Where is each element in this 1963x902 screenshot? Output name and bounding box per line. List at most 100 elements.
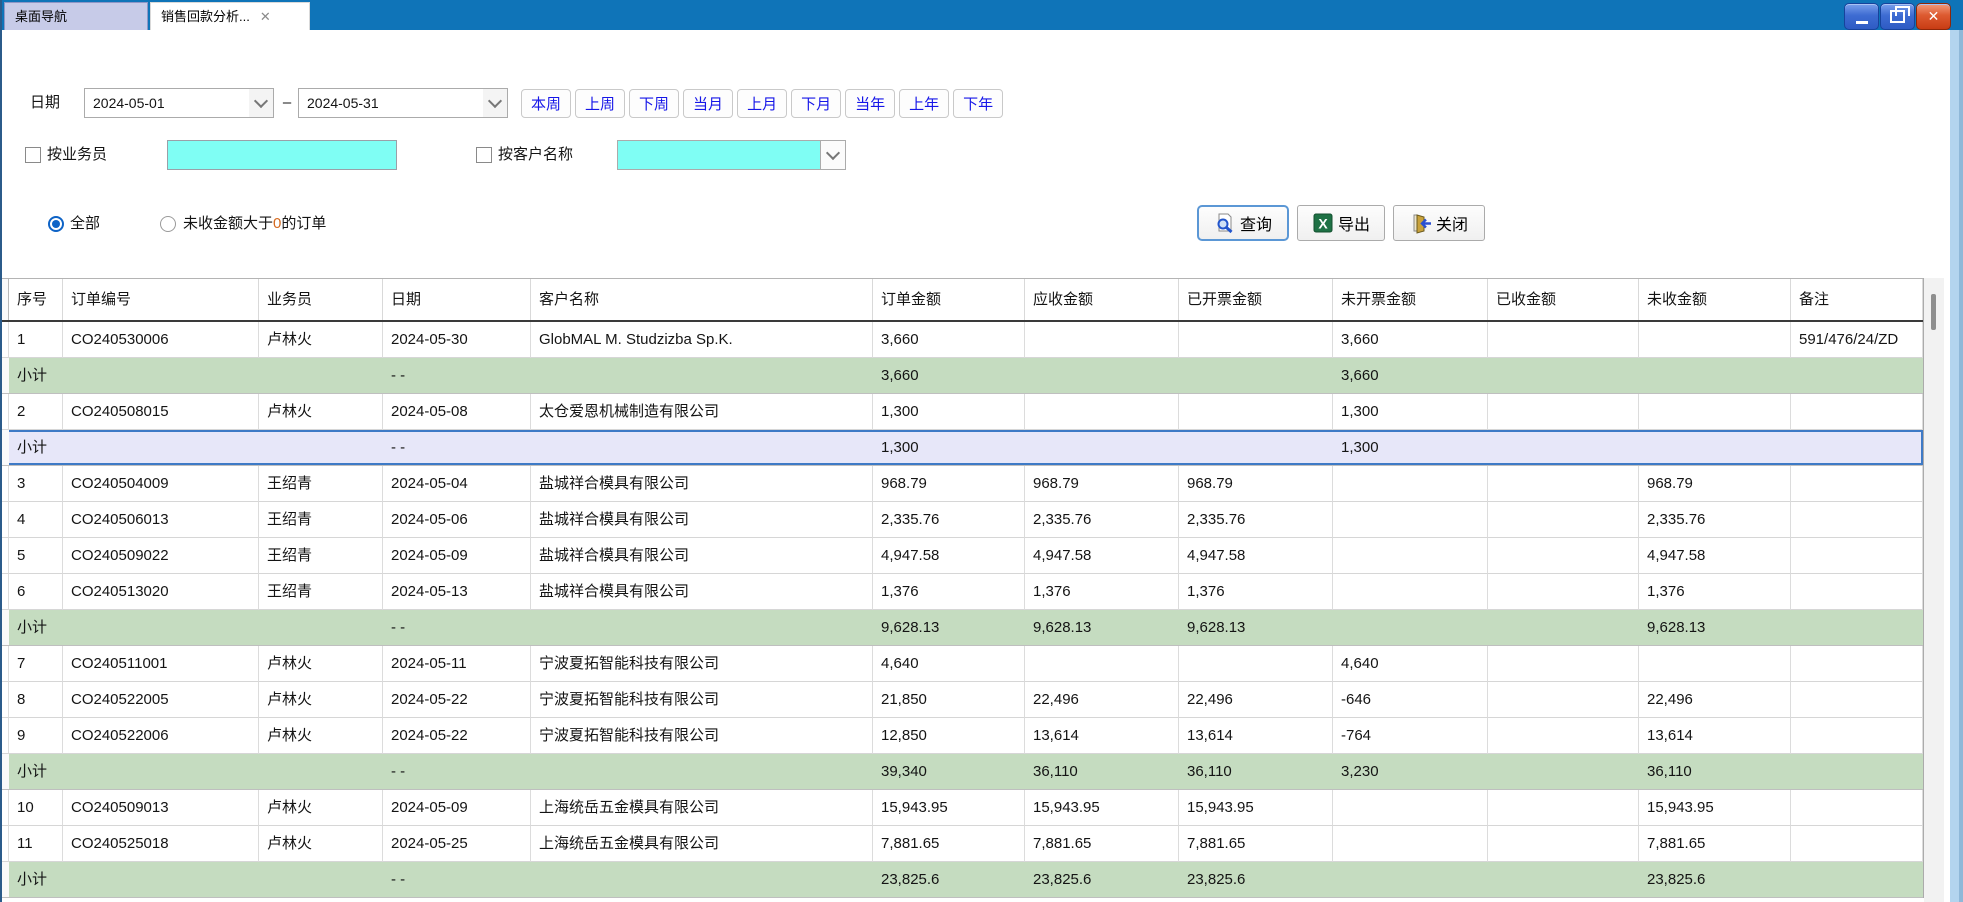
- period-last-week-button[interactable]: 上周: [575, 89, 625, 118]
- cell: 15,943.95: [1179, 790, 1333, 826]
- cell: 3,230: [1333, 754, 1488, 789]
- cell: 9,628.13: [1179, 610, 1333, 645]
- tab-desktop-navigation[interactable]: 桌面导航: [4, 2, 148, 30]
- query-button[interactable]: 查询: [1197, 205, 1289, 241]
- column-header-6[interactable]: 应收金额: [1025, 279, 1179, 320]
- cell: 12,850: [873, 718, 1025, 754]
- subtotal-row[interactable]: 小计- -9,628.139,628.139,628.139,628.13: [2, 610, 1923, 646]
- column-header-4[interactable]: 客户名称: [531, 279, 873, 320]
- subtotal-row[interactable]: 小计- -23,825.623,825.623,825.623,825.6: [2, 862, 1923, 898]
- query-label: 查询: [1240, 211, 1272, 235]
- chevron-down-icon: [254, 94, 268, 108]
- period-this-year-button[interactable]: 当年: [845, 89, 895, 118]
- column-header-1[interactable]: 订单编号: [63, 279, 259, 320]
- by-salesperson-checkbox[interactable]: [25, 147, 41, 163]
- period-this-week-button[interactable]: 本周: [521, 89, 571, 118]
- cell: [1488, 862, 1639, 897]
- cell: 2,335.76: [1179, 502, 1333, 538]
- column-header-3[interactable]: 日期: [383, 279, 531, 320]
- close-window-button[interactable]: ✕: [1916, 3, 1951, 30]
- radio-unpaid-orders[interactable]: [160, 216, 176, 232]
- table-row[interactable]: 3CO240504009王绍青2024-05-04盐城祥合模具有限公司968.7…: [2, 466, 1923, 502]
- subtotal-row[interactable]: 小计- -1,3001,300: [2, 430, 1923, 466]
- table-row[interactable]: 2CO240508015卢林火2024-05-08太仓爱恩机械制造有限公司1,3…: [2, 394, 1923, 430]
- date-from-select[interactable]: 2024-05-01: [84, 88, 274, 118]
- cell: 9: [9, 718, 63, 754]
- cell: 4,947.58: [1639, 538, 1791, 574]
- table-row[interactable]: 11CO240525018卢林火2024-05-25上海统岳五金模具有限公司7,…: [2, 826, 1923, 862]
- table-row[interactable]: 8CO240522005卢林火2024-05-22宁波夏拓智能科技有限公司21,…: [2, 682, 1923, 718]
- cell: - -: [383, 610, 531, 645]
- vertical-scrollbar[interactable]: [1924, 278, 1944, 902]
- period-next-week-button[interactable]: 下周: [629, 89, 679, 118]
- customer-select[interactable]: [617, 140, 846, 170]
- date-to-select[interactable]: 2024-05-31: [298, 88, 508, 118]
- column-header-10[interactable]: 未收金额: [1639, 279, 1791, 320]
- date-to-dropdown-button[interactable]: [483, 89, 507, 117]
- cell: 22,496: [1179, 682, 1333, 718]
- period-next-year-button[interactable]: 下年: [953, 89, 1003, 118]
- column-header-0[interactable]: 序号: [9, 279, 63, 320]
- column-header-9[interactable]: 已收金额: [1488, 279, 1639, 320]
- export-button[interactable]: X 导出: [1297, 205, 1385, 241]
- column-header-2[interactable]: 业务员: [259, 279, 383, 320]
- row-indicator-gutter: [2, 790, 9, 826]
- cell: 36,110: [1025, 754, 1179, 789]
- cell: [1791, 358, 1923, 393]
- table-row[interactable]: 6CO240513020王绍青2024-05-13盐城祥合模具有限公司1,376…: [2, 574, 1923, 610]
- cell: 23,825.6: [1639, 862, 1791, 897]
- cell: 4,947.58: [1025, 538, 1179, 574]
- cell: [1791, 826, 1923, 862]
- subtotal-row[interactable]: 小计- -3,6603,660: [2, 358, 1923, 394]
- salesperson-input[interactable]: [167, 140, 397, 170]
- cell: GlobMAL M. Studzizba Sp.K.: [531, 322, 873, 358]
- period-last-month-button[interactable]: 上月: [737, 89, 787, 118]
- by-customer-label: 按客户名称: [498, 140, 573, 170]
- cell: 2024-05-13: [383, 574, 531, 610]
- cell: CO240509022: [63, 538, 259, 574]
- row-indicator-gutter: [2, 646, 9, 682]
- by-customer-checkbox[interactable]: [476, 147, 492, 163]
- cell: [63, 430, 259, 465]
- close-page-button[interactable]: 关闭: [1393, 205, 1485, 241]
- cell: [1025, 358, 1179, 393]
- cell: [1639, 358, 1791, 393]
- cell: CO240522005: [63, 682, 259, 718]
- table-row[interactable]: 1CO240530006卢林火2024-05-30GlobMAL M. Stud…: [2, 322, 1923, 358]
- cell: 卢林火: [259, 682, 383, 718]
- minimize-button[interactable]: [1844, 3, 1879, 30]
- cell: 王绍青: [259, 538, 383, 574]
- table-row[interactable]: 4CO240506013王绍青2024-05-06盐城祥合模具有限公司2,335…: [2, 502, 1923, 538]
- subtotal-row[interactable]: 小计- -39,34036,11036,1103,23036,110: [2, 754, 1923, 790]
- customer-dropdown-button[interactable]: [820, 141, 845, 169]
- cell: [531, 358, 873, 393]
- cell: [259, 610, 383, 645]
- scrollbar-thumb[interactable]: [1931, 294, 1936, 330]
- period-this-month-button[interactable]: 当月: [683, 89, 733, 118]
- date-from-dropdown-button[interactable]: [249, 89, 273, 117]
- column-header-11[interactable]: 备注: [1791, 279, 1923, 320]
- table-row[interactable]: 9CO240522006卢林火2024-05-22宁波夏拓智能科技有限公司12,…: [2, 718, 1923, 754]
- cell: [1639, 322, 1791, 358]
- window-right-border: [1946, 30, 1963, 902]
- column-header-7[interactable]: 已开票金额: [1179, 279, 1333, 320]
- restore-button[interactable]: [1880, 3, 1915, 30]
- period-last-year-button[interactable]: 上年: [899, 89, 949, 118]
- cell: [63, 610, 259, 645]
- cell: [1488, 538, 1639, 574]
- table-row[interactable]: 5CO240509022王绍青2024-05-09盐城祥合模具有限公司4,947…: [2, 538, 1923, 574]
- cell: 4,640: [873, 646, 1025, 682]
- column-header-8[interactable]: 未开票金额: [1333, 279, 1488, 320]
- column-header-5[interactable]: 订单金额: [873, 279, 1025, 320]
- table-row[interactable]: 7CO240511001卢林火2024-05-11宁波夏拓智能科技有限公司4,6…: [2, 646, 1923, 682]
- cell: [531, 862, 873, 897]
- tab-sales-payment-analysis[interactable]: 销售回款分析... ✕: [150, 2, 310, 30]
- tab-label: 销售回款分析...: [161, 9, 250, 24]
- table-row[interactable]: 10CO240509013卢林火2024-05-09上海统岳五金模具有限公司15…: [2, 790, 1923, 826]
- period-next-month-button[interactable]: 下月: [791, 89, 841, 118]
- tab-close-icon[interactable]: ✕: [260, 9, 271, 24]
- radio-all[interactable]: [48, 216, 64, 232]
- date-from-value: 2024-05-01: [85, 89, 273, 117]
- cell: [1791, 718, 1923, 754]
- cell: [1488, 718, 1639, 754]
